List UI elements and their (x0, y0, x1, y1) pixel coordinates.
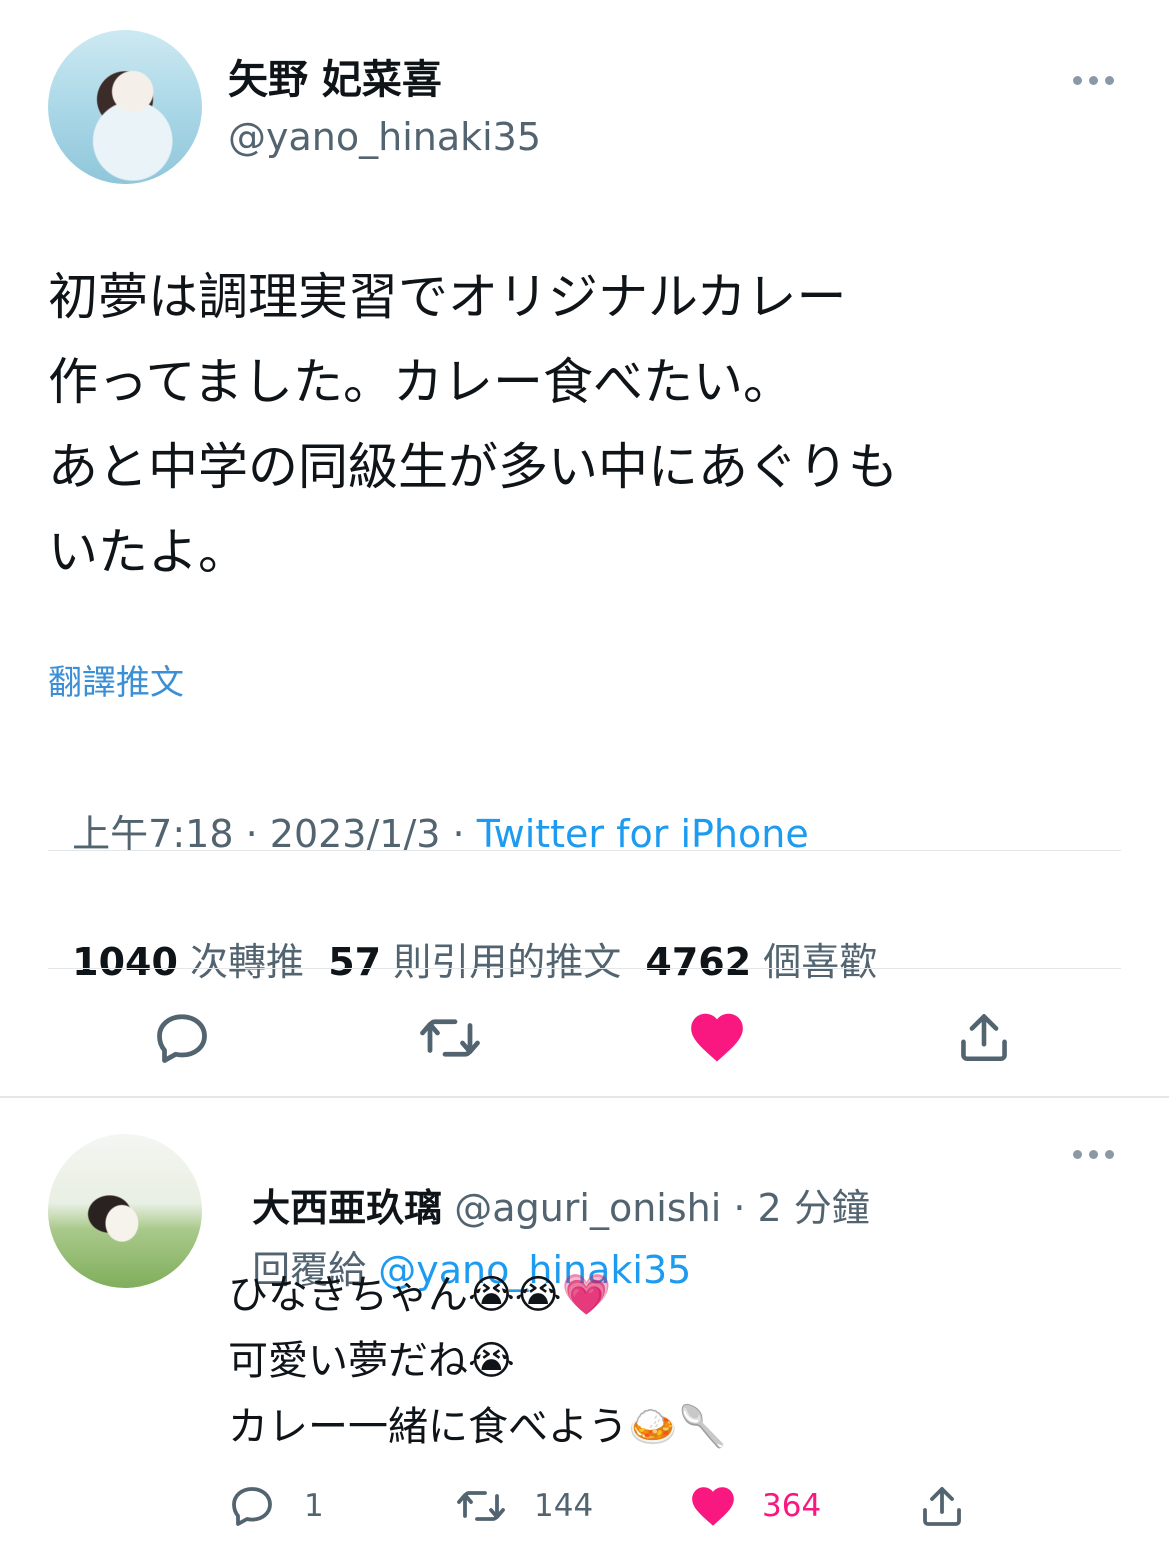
translate-tweet-link[interactable]: 翻譯推文 (48, 660, 184, 706)
reply-icon (157, 1014, 207, 1063)
author-handle[interactable]: @yano_hinaki35 (228, 112, 541, 162)
likes-count: 4762 (645, 940, 752, 984)
reply-count: 1 (304, 1488, 324, 1524)
reply-author-avatar[interactable] (48, 1134, 202, 1288)
reply-button[interactable] (150, 1006, 214, 1070)
quotes-label: 則引用的推文 (393, 940, 622, 984)
retweet-button[interactable] (416, 1006, 484, 1070)
like-button[interactable] (684, 1004, 750, 1070)
reply-reply-button[interactable]: 1 (228, 1478, 324, 1534)
engagement-stats: 1040 次轉推 57 則引用的推文 4762 個喜歡 (48, 884, 877, 988)
reply-retweet-count: 144 (534, 1488, 594, 1524)
reply-text: ひなきちゃん😭😭💗 可愛い夢だね😭 カレー一緒に食べよう🍛🥄 (228, 1272, 728, 1450)
share-icon (923, 1487, 961, 1526)
author-avatar[interactable] (48, 30, 202, 184)
tweet-text: 初夢は調理実習でオリジナルカレー 作ってました。カレー食べたい。 あと中学の同級… (48, 268, 898, 581)
like-icon (692, 1487, 734, 1526)
quotes-count: 57 (328, 940, 382, 984)
divider (48, 968, 1121, 969)
retweets-count: 1040 (72, 940, 178, 984)
reply-like-button[interactable]: 364 (688, 1478, 821, 1534)
reply-share-button[interactable] (916, 1478, 968, 1534)
share-icon (961, 1014, 1007, 1062)
section-divider (0, 1096, 1169, 1098)
likes-label: 個喜歡 (763, 940, 878, 984)
reply-retweet-button[interactable]: 144 (454, 1478, 593, 1534)
reply-like-count: 364 (762, 1488, 822, 1524)
reply-icon (232, 1487, 272, 1526)
retweet-icon (420, 1019, 480, 1057)
likes-stat[interactable]: 4762 個喜歡 (645, 940, 877, 984)
timestamp-row: 上午7:18 · 2023/1/3 · Twitter for iPhone (48, 756, 809, 860)
more-options-icon[interactable] (1073, 76, 1114, 85)
author-display-name[interactable]: 矢野 妃菜喜 (228, 52, 442, 108)
divider (48, 850, 1121, 851)
like-icon (691, 1013, 743, 1062)
reply-more-options-icon[interactable] (1073, 1150, 1114, 1159)
reply-time[interactable]: · 2 分鐘 (733, 1186, 869, 1230)
quotes-stat[interactable]: 57 則引用的推文 (328, 940, 621, 984)
share-button[interactable] (952, 1004, 1016, 1070)
retweet-icon (457, 1491, 505, 1521)
retweets-label: 次轉推 (190, 940, 305, 984)
retweets-stat[interactable]: 1040 次轉推 (72, 940, 304, 984)
